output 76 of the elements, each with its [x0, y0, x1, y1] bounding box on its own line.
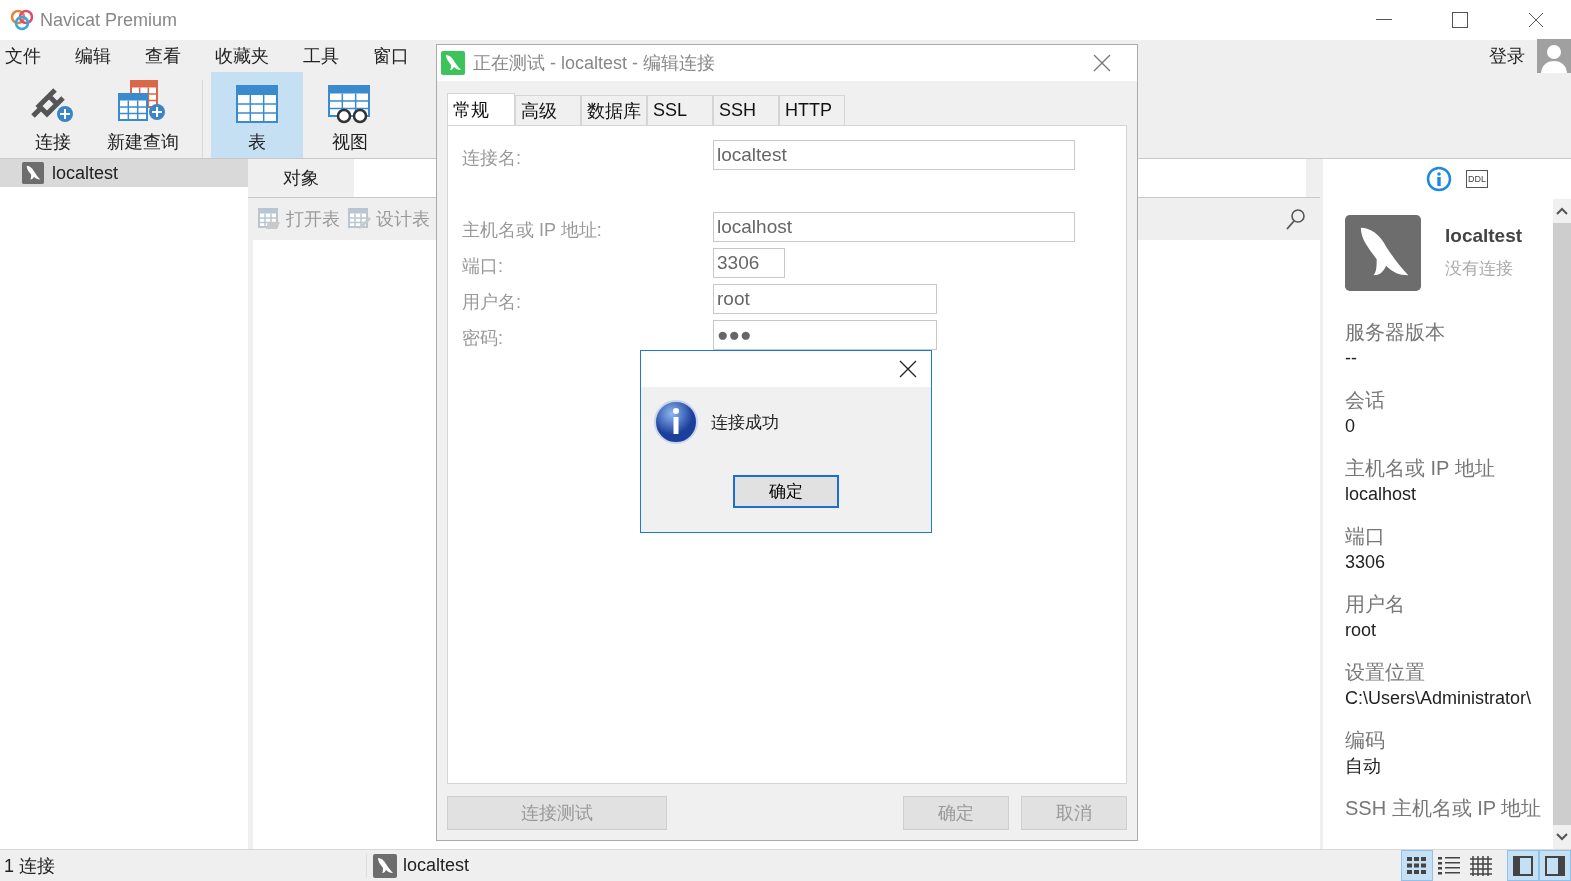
scroll-down-icon[interactable] — [1553, 825, 1571, 849]
list-view-icon — [1438, 856, 1460, 875]
property-value: 自动 — [1345, 755, 1382, 778]
ddl-tab[interactable]: DDL — [1466, 170, 1488, 188]
property-value: root — [1345, 619, 1378, 642]
app-logo-icon — [10, 8, 34, 32]
input-field[interactable]: localtest — [713, 140, 1075, 170]
dolphin-icon — [441, 51, 465, 75]
menu-item[interactable]: 工具 — [303, 44, 339, 68]
property-value: C:\Users\Administrator\ — [1345, 687, 1533, 710]
login-link[interactable]: 登录 — [1489, 44, 1525, 68]
right-panel-icon — [1545, 855, 1565, 876]
menu-item[interactable]: 窗口 — [373, 44, 409, 68]
dialog-tab[interactable]: SSH — [713, 95, 779, 125]
property-value: -- — [1345, 347, 1358, 370]
connection-status: 没有连接 — [1445, 258, 1514, 280]
toolbar-button[interactable]: 视图 — [307, 72, 393, 158]
menu-item[interactable]: 查看 — [145, 44, 181, 68]
property-label: 会话 — [1345, 388, 1386, 413]
dolphin-logo-icon — [1345, 215, 1421, 291]
scrollbar[interactable] — [1553, 199, 1571, 849]
dolphin-icon — [22, 162, 44, 184]
avatar-icon[interactable] — [1537, 39, 1571, 73]
info-icon[interactable] — [1426, 166, 1452, 192]
left-panel-icon — [1513, 855, 1533, 876]
property-value: 3306 — [1345, 551, 1387, 574]
input-field[interactable]: localhost — [713, 212, 1075, 242]
property-label: SSH 主机名或 IP 地址 — [1345, 796, 1543, 821]
search-icon[interactable] — [1286, 208, 1306, 230]
scroll-up-icon[interactable] — [1553, 199, 1571, 223]
dolphin-icon — [373, 853, 397, 878]
table-icon — [236, 84, 278, 124]
menu-item[interactable]: 文件 — [5, 44, 41, 68]
toolbar-button[interactable]: 新建查询 — [100, 72, 186, 158]
field-label: 连接名: — [462, 147, 522, 170]
window-title: Navicat Premium — [40, 9, 179, 31]
toolbar-button[interactable]: 连接 — [10, 72, 96, 158]
current-connection: localtest — [403, 855, 470, 876]
field-label: 用户名: — [462, 291, 522, 314]
dialog-tab[interactable]: 数据库 — [581, 95, 647, 125]
info-icon — [653, 399, 699, 445]
input-field[interactable]: root — [713, 284, 937, 314]
field-label: 密码: — [462, 327, 504, 350]
message-text: 连接成功 — [711, 411, 779, 434]
property-label: 端口 — [1345, 524, 1386, 549]
connection-name: localtest — [1445, 225, 1523, 247]
grid-view-icon — [1407, 856, 1427, 875]
open-table-icon — [258, 208, 282, 230]
property-value: 0 — [1345, 415, 1356, 438]
dialog-tab[interactable]: SSL — [647, 95, 713, 125]
menu-item[interactable]: 编辑 — [75, 44, 111, 68]
toolbar-button[interactable]: 表 — [211, 72, 303, 158]
dialog-title: 正在测试 - localtest - 编辑连接 — [473, 52, 717, 75]
dialog-tab[interactable]: HTTP — [779, 95, 845, 125]
property-label: 服务器版本 — [1345, 320, 1446, 345]
property-label: 用户名 — [1345, 592, 1406, 617]
field-label: 主机名或 IP 地址: — [462, 219, 603, 242]
table-glasses-icon — [328, 84, 372, 124]
dialog-tab[interactable]: 常规 — [447, 93, 515, 125]
design-table-icon — [348, 208, 372, 230]
tree-item[interactable]: localtest — [0, 159, 248, 187]
panel-toggle-button[interactable] — [1507, 850, 1539, 881]
property-label: 设置位置 — [1345, 660, 1426, 685]
detail-view-icon — [1470, 855, 1492, 876]
input-field[interactable]: ●●● — [713, 320, 937, 350]
dialog-tab[interactable]: 高级 — [515, 95, 581, 125]
input-field[interactable]: 3306 — [713, 248, 785, 278]
field-label: 端口: — [462, 255, 504, 278]
panel-toggle-button[interactable] — [1539, 850, 1571, 881]
connection-count: 1 连接 — [3, 854, 56, 878]
property-value: localhost — [1345, 483, 1418, 506]
ok-button[interactable]: 确定 — [733, 475, 839, 508]
property-label: 主机名或 IP 地址 — [1345, 456, 1496, 481]
menu-item[interactable]: 收藏夹 — [215, 44, 269, 68]
view-mode-button[interactable] — [1401, 850, 1433, 881]
property-label: 编码 — [1345, 728, 1386, 753]
